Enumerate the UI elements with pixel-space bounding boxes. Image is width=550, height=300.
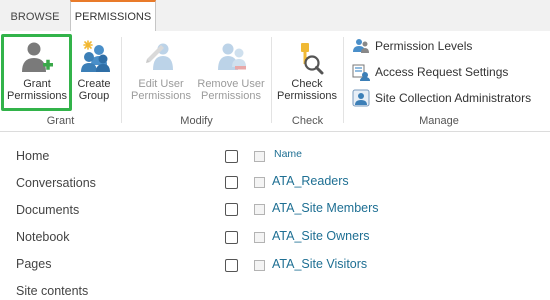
header-item-checkbox[interactable]: [254, 151, 265, 162]
remove-user-permissions-label: Remove User Permissions: [197, 78, 265, 102]
check-permissions-label: Check Permissions: [277, 78, 337, 102]
row-checkbox[interactable]: [225, 176, 238, 189]
group-link-ata-site-visitors[interactable]: ATA_Site Visitors: [272, 257, 367, 271]
access-request-settings-button[interactable]: Access Request Settings: [352, 62, 508, 82]
permission-levels-label: Permission Levels: [375, 39, 473, 53]
row-checkbox[interactable]: [225, 231, 238, 244]
access-request-settings-label: Access Request Settings: [375, 65, 509, 79]
nav-item-documents[interactable]: Documents: [16, 203, 79, 217]
site-collection-administrators-label: Site Collection Administrators: [375, 91, 532, 105]
edit-user-permissions-label: Edit User Permissions: [131, 78, 191, 102]
site-collection-administrators-icon: [352, 89, 370, 107]
row-checkbox[interactable]: [225, 203, 238, 216]
group-label-modify: Modify: [180, 115, 213, 127]
column-header-name[interactable]: Name: [274, 148, 302, 160]
row-item-checkbox[interactable]: [254, 204, 265, 215]
edit-user-permissions-button[interactable]: Edit User Permissions: [128, 35, 194, 102]
select-all-checkbox[interactable]: [225, 150, 238, 163]
permission-levels-button[interactable]: Permission Levels: [352, 36, 472, 56]
ribbon-tab-row: BROWSE PERMISSIONS: [0, 0, 550, 32]
check-permissions-icon: [301, 43, 324, 75]
group-label-manage: Manage: [419, 115, 459, 127]
row-checkbox[interactable]: [225, 259, 238, 272]
group-separator: [343, 37, 344, 123]
group-link-ata-readers[interactable]: ATA_Readers: [272, 174, 349, 188]
create-group-icon: [81, 40, 110, 72]
nav-item-conversations[interactable]: Conversations: [16, 176, 96, 190]
tab-browse[interactable]: BROWSE: [0, 0, 70, 31]
row-item-checkbox[interactable]: [254, 177, 265, 188]
create-group-label: Create Group: [77, 78, 111, 102]
group-label-check: Check: [291, 115, 324, 127]
group-link-ata-site-owners[interactable]: ATA_Site Owners: [272, 229, 370, 243]
row-item-checkbox[interactable]: [254, 260, 265, 271]
group-link-ata-site-members[interactable]: ATA_Site Members: [272, 201, 379, 215]
group-separator: [271, 37, 272, 123]
grant-permissions-highlight: [1, 34, 72, 111]
edit-user-permissions-icon: [146, 43, 173, 70]
nav-item-site-contents[interactable]: Site contents: [16, 284, 88, 298]
group-label-grant: Grant: [46, 115, 75, 127]
row-item-checkbox[interactable]: [254, 232, 265, 243]
remove-user-permissions-button[interactable]: Remove User Permissions: [196, 35, 266, 102]
group-separator: [121, 37, 122, 123]
nav-item-pages[interactable]: Pages: [16, 257, 51, 271]
access-request-settings-icon: [352, 64, 370, 81]
remove-user-permissions-icon: [218, 43, 246, 70]
nav-item-notebook[interactable]: Notebook: [16, 230, 70, 244]
ribbon: Grant Permissions Create Group Edit User…: [0, 31, 550, 132]
create-group-button[interactable]: Create Group: [72, 35, 116, 102]
nav-item-home[interactable]: Home: [16, 149, 49, 163]
tab-permissions[interactable]: PERMISSIONS: [70, 0, 156, 32]
check-permissions-button[interactable]: Check Permissions: [275, 35, 339, 102]
site-collection-administrators-button[interactable]: Site Collection Administrators: [352, 88, 531, 108]
permission-levels-icon: [353, 39, 369, 53]
